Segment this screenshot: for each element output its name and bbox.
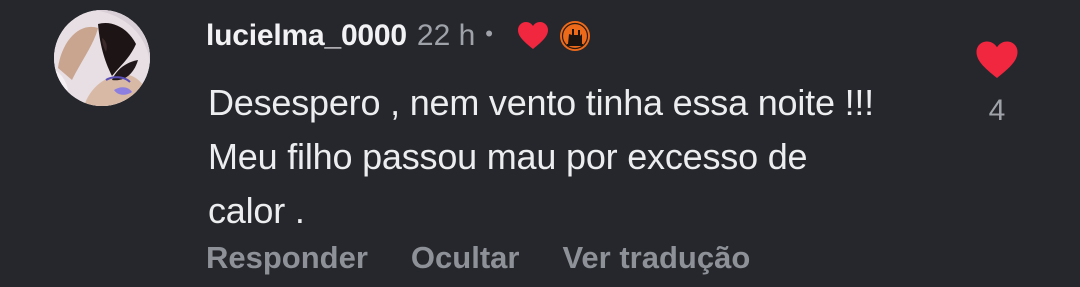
comment: lucielma_0000 22 h • Desespero , nem ven… [0,0,1080,287]
username[interactable]: lucielma_0000 [206,19,407,53]
separator-dot: • [485,21,493,46]
avatar[interactable] [54,10,150,106]
heart-icon [517,22,548,49]
reply-button[interactable]: Responder [206,240,368,276]
comment-text: Desespero , nem vento tinha essa noite !… [208,82,874,231]
hide-button[interactable]: Ocultar [411,240,520,276]
comment-header: lucielma_0000 22 h • [206,14,591,58]
like-heart-icon[interactable] [975,40,1019,80]
translate-button[interactable]: Ver tradução [562,240,750,276]
like-column: 4 [970,40,1024,128]
comment-actions: Responder Ocultar Ver tradução [206,236,750,280]
avatar-image [54,10,150,106]
like-count: 4 [988,94,1006,127]
fan-badge-icon [559,21,590,51]
timestamp: 22 h [416,19,476,52]
